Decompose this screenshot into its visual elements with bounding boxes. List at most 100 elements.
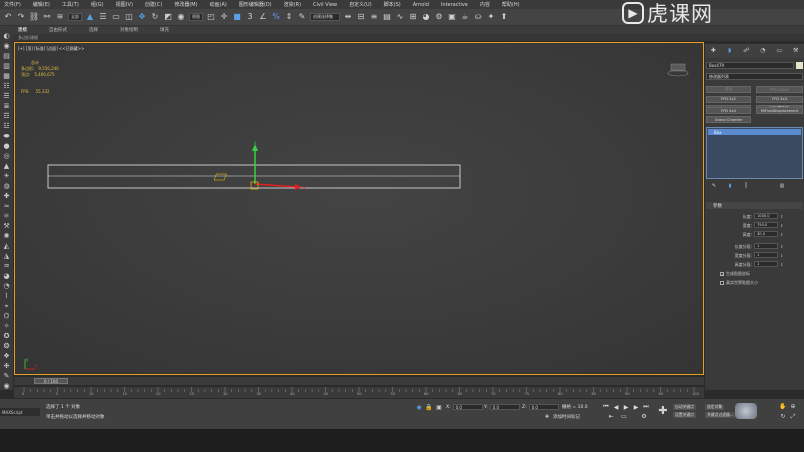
play-button-icon[interactable]: ▶ [622,403,630,411]
lock-selection-icon[interactable]: 🔒 [424,403,434,413]
time-slider[interactable]: 0 / 100 [14,377,704,385]
named-selection-dropdown[interactable]: 创建选择集 [310,13,340,21]
cloth-icon[interactable]: ◮ [2,252,11,260]
object-color-swatch[interactable] [796,62,803,69]
menu-item[interactable]: 组(G) [91,1,104,8]
coord-z-field[interactable]: 0.0 [528,404,559,410]
menu-item[interactable]: 编辑(E) [33,1,50,8]
motion-icon[interactable]: ☰ [2,92,11,100]
hair-icon[interactable]: ♒ [2,262,11,270]
go-end-icon[interactable]: ⏭ [642,403,650,411]
modifier-button[interactable]: FFD 3x3 [756,95,803,103]
spinner-icon[interactable]: ⇕ [780,214,783,219]
spinner-icon[interactable]: ⇕ [780,232,783,237]
maximize-viewport-icon[interactable]: ⤢ [788,412,798,422]
viewport-label[interactable]: [+] [顶] [标准] [边面] <<已隐藏>> [18,46,84,52]
modifier-button[interactable]: FFD 2x2 [706,95,751,103]
go-start-icon[interactable]: ⏮ [602,403,610,411]
globe-icon[interactable]: ◕ [2,272,11,280]
time-tag-icon[interactable]: ✚ [542,412,552,422]
menu-item[interactable]: 创建(C) [145,1,162,8]
spinner-icon[interactable]: ⇕ [780,262,783,267]
param-value-field[interactable]: 1 [754,252,778,258]
snap-3d-icon[interactable]: 3 [245,12,255,22]
teapot-icon[interactable]: ⬬ [2,132,11,140]
frame-field-icon[interactable]: ▭ [620,412,628,420]
ribbon-tab[interactable]: 选择 [89,27,98,33]
window-crossing-icon[interactable]: ◫ [124,12,134,22]
maxscript-listener[interactable]: MAXScript [0,408,40,416]
auto-key-button[interactable]: 自动关键点 [673,404,696,410]
sphere-icon[interactable]: ● [2,142,11,150]
pin-stack-icon[interactable]: ✎ [709,181,719,191]
create-icon[interactable]: ◐ [2,32,11,40]
timeline-track[interactable]: 0 5 10 15 20 25 30 35 40 45 50 55 60 65 70 75 80 85 90 95 10… [14,387,704,398]
hierarchy-tab-icon[interactable]: ☍ [741,46,751,56]
select-by-name-icon[interactable]: ☰ [98,12,108,22]
extra-icon[interactable]: ◉ [2,382,11,390]
modifier-button[interactable]: MIFluidDisplacement [756,107,803,114]
coord-y-field[interactable]: 0.0 [489,404,520,410]
schematic-icon[interactable]: ⊞ [408,12,418,22]
spacewarp-icon[interactable]: ≈ [2,202,11,210]
render-frame-icon[interactable]: ▣ [447,12,457,22]
rect-selection-icon[interactable]: ▭ [111,12,121,22]
spinner-snap-icon[interactable]: ⇕ [284,12,294,22]
menu-item[interactable]: 脚本(S) [384,1,401,8]
spinner-icon[interactable]: ⇕ [780,244,783,249]
make-unique-icon[interactable]: ⫿ [741,181,751,191]
add-time-tag[interactable]: 添加时间标记 [553,414,580,420]
key-mode-icon[interactable]: ⇤ [607,412,615,420]
selection-filter-dropdown[interactable]: 全部 [68,13,82,21]
redo-icon[interactable]: ↷ [16,12,26,22]
menu-item[interactable]: Arnold [413,2,429,8]
zoom-icon[interactable]: ⊕ [788,402,798,412]
system-icon[interactable]: ⚛ [2,212,11,220]
scene-explorer-icon[interactable]: ▤ [382,12,392,22]
curve-editor-icon[interactable]: ∿ [395,12,405,22]
morph-icon[interactable]: ⌬ [2,312,11,320]
modify-tab-icon[interactable]: ◗ [725,46,735,56]
cat-icon[interactable]: ❂ [2,342,11,350]
container-icon[interactable]: ☲ [2,112,11,120]
real-world-check-icon[interactable] [720,281,724,285]
time-config-icon[interactable]: ⚙ [640,412,648,420]
param-value-field[interactable]: 30.0 [754,231,778,237]
ref-coord-dropdown[interactable]: 视图 [189,13,203,21]
modifier-stack[interactable]: Box [706,127,803,179]
populate-icon[interactable]: ❖ [2,352,11,360]
crowd-icon[interactable]: ❉ [2,362,11,370]
render-icon[interactable]: ☕ [460,12,470,22]
walk-through-icon[interactable]: ✋ [778,402,788,412]
select-rotate-icon[interactable]: ↻ [150,12,160,22]
camera-icon[interactable]: ◍ [2,182,11,190]
dynamics-icon[interactable]: ◭ [2,242,11,250]
pivot-icon[interactable]: ◰ [206,12,216,22]
freeze-icon[interactable]: ☳ [2,122,11,130]
time-slider-thumb[interactable]: 0 / 100 [34,378,68,384]
light-icon[interactable]: ☀ [2,172,11,180]
menu-item[interactable]: 修改器(M) [174,1,197,8]
param-value-field[interactable]: 750.0 [754,222,778,228]
remove-modifier-icon[interactable]: ▥ [777,181,787,191]
unlink-icon[interactable]: ⚯ [42,12,52,22]
prev-frame-icon[interactable]: ◀︎ [612,403,620,411]
hierarchy-icon[interactable]: ☷ [2,82,11,90]
script-icon[interactable]: ✎ [2,372,11,380]
select-manipulate-icon[interactable]: ✛ [219,12,229,22]
real-world-checkbox[interactable]: 真实世界贴图大小 [720,280,758,286]
set-key-big-icon[interactable]: ✚ [657,404,669,416]
path-icon[interactable]: ⌇ [2,292,11,300]
skin-icon[interactable]: ⌖ [2,302,11,310]
spinner-icon[interactable]: ⇕ [780,223,783,228]
menu-item[interactable]: 渲染(R) [284,1,301,8]
menu-item[interactable]: Civil View [313,2,337,8]
gen-uv-checkbox[interactable]: ✓ 生成贴图坐标 [720,271,750,277]
modifier-list-dropdown[interactable]: 修改器列表 [706,73,803,80]
viewport-top[interactable]: y x y x [+] [顶] [标准] [边面] <<已隐藏>> 总计 多边形… [14,42,704,375]
layer-icon[interactable]: ≡ [369,12,379,22]
object-name-field[interactable]: Box479 [706,62,794,69]
align-icon[interactable]: ⊟ [356,12,366,22]
menu-item[interactable]: 视图(V) [116,1,133,8]
menu-item[interactable]: 文件(F) [4,1,21,8]
